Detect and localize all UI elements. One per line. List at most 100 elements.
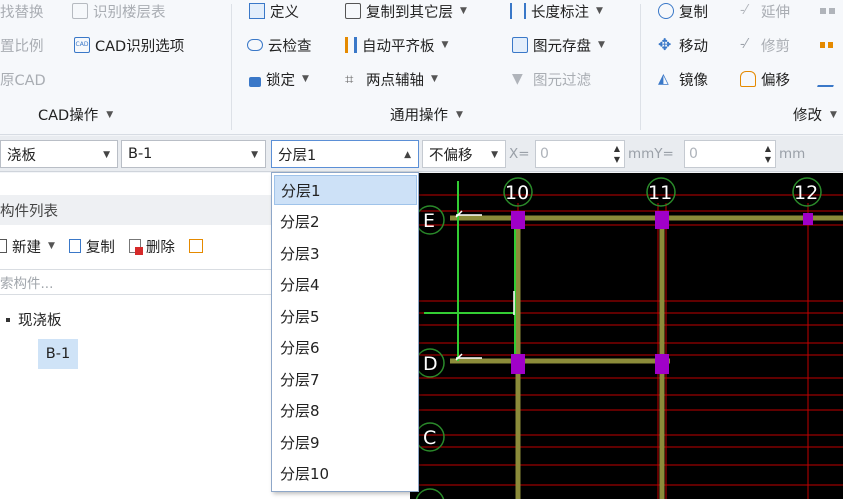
chevron-down-icon: ▼ [596, 6, 603, 16]
axis-number-12: 12 [794, 182, 818, 204]
copy-component-button[interactable]: 复制 [68, 236, 115, 257]
beams [450, 213, 843, 499]
copy-icon [658, 3, 674, 19]
axis-number-11: 11 [648, 182, 672, 204]
axis-letter-c: C [423, 427, 436, 449]
layer-option[interactable]: 分层8 [274, 396, 417, 426]
spinner-arrows-icon[interactable]: ▲ ▼ [614, 143, 620, 165]
layer-option[interactable]: 分层7 [274, 364, 417, 394]
layer-option[interactable]: 分层10 [274, 459, 417, 489]
chevron-down-icon: ▼ [456, 109, 463, 120]
auto-align-slab-button[interactable]: 自动平齐板 ▼ [345, 34, 448, 56]
layers-icon [188, 239, 203, 253]
length-dimension-icon [510, 3, 526, 19]
copy-file-icon [68, 239, 81, 253]
filter-icon: ▼ [512, 71, 523, 87]
layer-option[interactable]: 分层2 [274, 207, 417, 237]
more-panel-button[interactable] [188, 239, 203, 253]
ribbon: 找替换 识别楼层表 置比例 CAD CAD识别选项 原CAD CAD操作 ▼ 定… [0, 0, 843, 135]
offset-mode-select[interactable]: 不偏移 ▼ [422, 140, 506, 168]
axis-letter-e: E [423, 210, 435, 232]
chevron-down-icon: ▼ [103, 150, 110, 160]
mirror-button[interactable]: ◭ 镜像 [658, 68, 708, 90]
axis-bubble [415, 488, 445, 499]
two-point-axis-icon: ⌗ [345, 70, 354, 88]
offset-button[interactable]: 偏移 [740, 68, 790, 90]
cad-options-icon: CAD [74, 37, 90, 53]
element-save-button[interactable]: 图元存盘 ▼ [512, 34, 605, 56]
set-scale-button[interactable]: 置比例 [0, 34, 44, 56]
chevron-down-icon: ▼ [441, 40, 449, 50]
layer-option[interactable]: 分层5 [274, 301, 417, 331]
panel-toolbar: 新建 ▼ 复制 删除 [0, 231, 203, 261]
new-component-button[interactable]: 新建 ▼ [0, 236, 55, 257]
element-save-icon [512, 37, 528, 53]
move-button[interactable]: ✥ 移动 [658, 34, 708, 56]
lock-icon [249, 76, 261, 87]
chevron-down-icon: ▼ [251, 150, 258, 160]
layer-dropdown-list: 分层1 分层2 分层3 分层4 分层5 分层6 分层7 分层8 分层9 分层10 [271, 172, 419, 492]
lock-button[interactable]: 锁定 ▼ [249, 68, 309, 90]
component-type-select[interactable]: 浇板 ▼ [0, 140, 118, 168]
layer-option[interactable]: 分层3 [274, 238, 417, 268]
floor-table-icon [72, 3, 88, 19]
group-divider [231, 4, 232, 130]
copy-button[interactable]: 复制 [658, 0, 708, 22]
offset-icon [740, 71, 756, 87]
column-marker [803, 213, 813, 225]
cad-group-label[interactable]: CAD操作 ▼ [38, 104, 113, 125]
two-point-axis-button[interactable]: ⌗ 两点辅轴 ▼ [345, 68, 438, 90]
extend-button[interactable]: -⁄ 延伸 [740, 0, 790, 22]
layer-option[interactable]: 分层4 [274, 270, 417, 300]
identify-floor-table-button[interactable]: 识别楼层表 [72, 0, 166, 22]
chevron-down-icon: ▼ [106, 109, 114, 120]
copy-to-other-layer-button[interactable]: 复制到其它层 ▼ [345, 0, 467, 22]
copy-to-layer-icon [345, 3, 361, 19]
layer-option[interactable]: 分层6 [274, 333, 417, 363]
chevron-down-icon: ▼ [491, 150, 498, 160]
length-dimension-button[interactable]: 长度标注 ▼ [510, 0, 603, 22]
common-group-label[interactable]: 通用操作 ▼ [390, 104, 463, 125]
column-marker [511, 354, 525, 374]
delete-icon [128, 239, 143, 255]
unit-mm-label: mm [779, 146, 806, 162]
element-filter-button[interactable]: ▼ 图元过滤 [512, 68, 591, 90]
tree-item-b1[interactable]: B-1 [38, 339, 78, 369]
tree-bullet-icon [6, 317, 10, 322]
chevron-down-icon: ▼ [48, 241, 55, 251]
chevron-up-icon: ▲ [404, 150, 411, 160]
x-label: X= [509, 146, 530, 162]
column-marker [655, 354, 669, 374]
more-modify-icon[interactable] [820, 0, 836, 22]
x-offset-input[interactable]: 0 ▲ ▼ [535, 140, 625, 168]
stretch-icon [817, 71, 839, 87]
cloud-check-icon [247, 39, 263, 51]
axis-bubbles [415, 177, 822, 499]
modify-group-label[interactable]: 修改 ▼ [793, 104, 837, 125]
layer-option[interactable]: 分层9 [274, 427, 417, 457]
component-name-select[interactable]: B-1 ▼ [121, 140, 266, 168]
tree-node-cast-slab[interactable]: 现浇板 [6, 309, 62, 330]
stretch-icon[interactable] [817, 68, 839, 90]
y-offset-input[interactable]: 0 ▲ ▼ [684, 140, 776, 168]
delete-component-button[interactable]: 删除 [128, 236, 175, 257]
define-button[interactable]: 定义 [249, 0, 299, 22]
drawing-canvas[interactable]: 10 11 12 E D C [410, 173, 843, 499]
mirror-icon: ◭ [658, 71, 669, 87]
column-marker [511, 211, 525, 229]
unit-mm-y-label: mmY= [628, 146, 674, 162]
trim-icon: -⁄ [740, 37, 747, 52]
auto-align-slab-icon [345, 37, 357, 53]
spinner-arrows-icon[interactable]: ▲ ▼ [765, 143, 771, 165]
axis-labels: 10 11 12 E D C [423, 182, 818, 449]
find-replace-button[interactable]: 找替换 [0, 0, 44, 22]
cloud-check-button[interactable]: 云检查 [247, 34, 312, 56]
cad-options-button[interactable]: CAD CAD识别选项 [74, 34, 184, 56]
red-horizontal-lines [410, 194, 843, 486]
restore-cad-button[interactable]: 原CAD [0, 68, 46, 90]
array-icon[interactable] [820, 34, 836, 56]
chevron-down-icon: ▼ [302, 74, 309, 84]
trim-button[interactable]: -⁄ 修剪 [740, 34, 790, 56]
layer-option[interactable]: 分层1 [274, 175, 417, 205]
layer-select[interactable]: 分层1 ▲ [271, 140, 419, 168]
